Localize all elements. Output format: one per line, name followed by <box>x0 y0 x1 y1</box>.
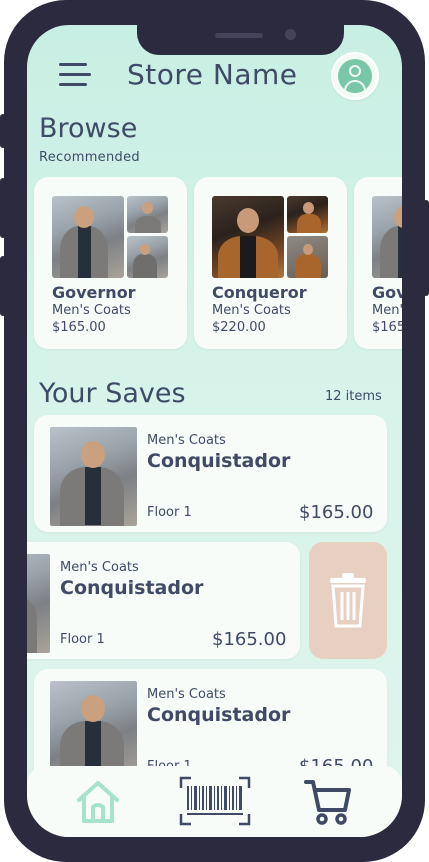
saved-item[interactable]: Men's Coats Conquistador Floor 1 $165.00 <box>34 415 387 532</box>
cart-icon <box>304 780 351 825</box>
saves-count: 12 items <box>325 389 382 404</box>
card-category: Men's Coats <box>52 303 131 318</box>
product-image-main <box>212 196 284 278</box>
recommended-label: Recommended <box>39 150 140 165</box>
product-image-thumb <box>287 196 328 233</box>
your-saves-heading: Your Saves <box>39 378 186 409</box>
saved-item-floor: Floor 1 <box>60 632 105 647</box>
notch <box>137 25 344 55</box>
trash-icon <box>330 573 366 628</box>
product-image-thumb <box>287 236 328 278</box>
saved-item-image <box>27 554 50 653</box>
product-image-main <box>372 196 402 278</box>
card-price: $165.00 <box>372 320 402 335</box>
product-image-thumb <box>127 196 168 233</box>
card-category: Men's Coats <box>372 303 402 318</box>
app-screen: Store Name Browse Recommended Governor M… <box>27 25 402 837</box>
browse-card[interactable]: Governor Men's Coats $165.00 <box>34 177 187 349</box>
saved-item-name: Conquistador <box>147 450 291 472</box>
card-title: Conqueror <box>212 283 307 302</box>
product-image-thumb <box>127 236 168 278</box>
speaker <box>215 33 263 38</box>
user-avatar-icon <box>338 59 372 93</box>
tab-scan[interactable] <box>179 776 251 826</box>
card-title: Governor <box>52 283 136 302</box>
browse-card[interactable]: Governor Men's Coats $165.00 <box>354 177 402 349</box>
saved-item-category: Men's Coats <box>60 560 139 575</box>
volume-up-button <box>0 178 6 238</box>
tab-cart[interactable] <box>303 776 353 826</box>
store-name: Store Name <box>127 58 298 91</box>
saved-item-image <box>50 427 137 526</box>
saved-item-name: Conquistador <box>60 577 204 599</box>
browse-card[interactable]: Conqueror Men's Coats $220.00 <box>194 177 347 349</box>
saved-item-price: $165.00 <box>212 629 287 650</box>
tab-home[interactable] <box>73 776 123 826</box>
card-title: Governor <box>372 283 402 302</box>
saved-item-price: $165.00 <box>299 502 374 523</box>
saved-item-category: Men's Coats <box>147 433 226 448</box>
saved-item-floor: Floor 1 <box>147 505 192 520</box>
browse-heading: Browse <box>39 113 138 144</box>
front-camera <box>285 29 296 40</box>
card-price: $165.00 <box>52 320 106 335</box>
delete-button[interactable] <box>309 542 387 659</box>
home-icon <box>77 781 119 823</box>
card-category: Men's Coats <box>212 303 291 318</box>
barcode-scan-icon <box>179 776 251 826</box>
volume-down-button <box>0 256 6 316</box>
power-button <box>423 200 429 296</box>
saved-item-category: Men's Coats <box>147 687 226 702</box>
card-price: $220.00 <box>212 320 266 335</box>
profile-button[interactable] <box>331 52 379 100</box>
saved-item-swiped[interactable]: Men's Coats Conquistador Floor 1 $165.00 <box>27 542 300 659</box>
product-image-main <box>52 196 124 278</box>
bottom-tab-bar <box>27 766 402 837</box>
mute-switch <box>0 114 6 148</box>
saved-item-name: Conquistador <box>147 704 291 726</box>
hamburger-menu-icon[interactable] <box>59 63 91 87</box>
